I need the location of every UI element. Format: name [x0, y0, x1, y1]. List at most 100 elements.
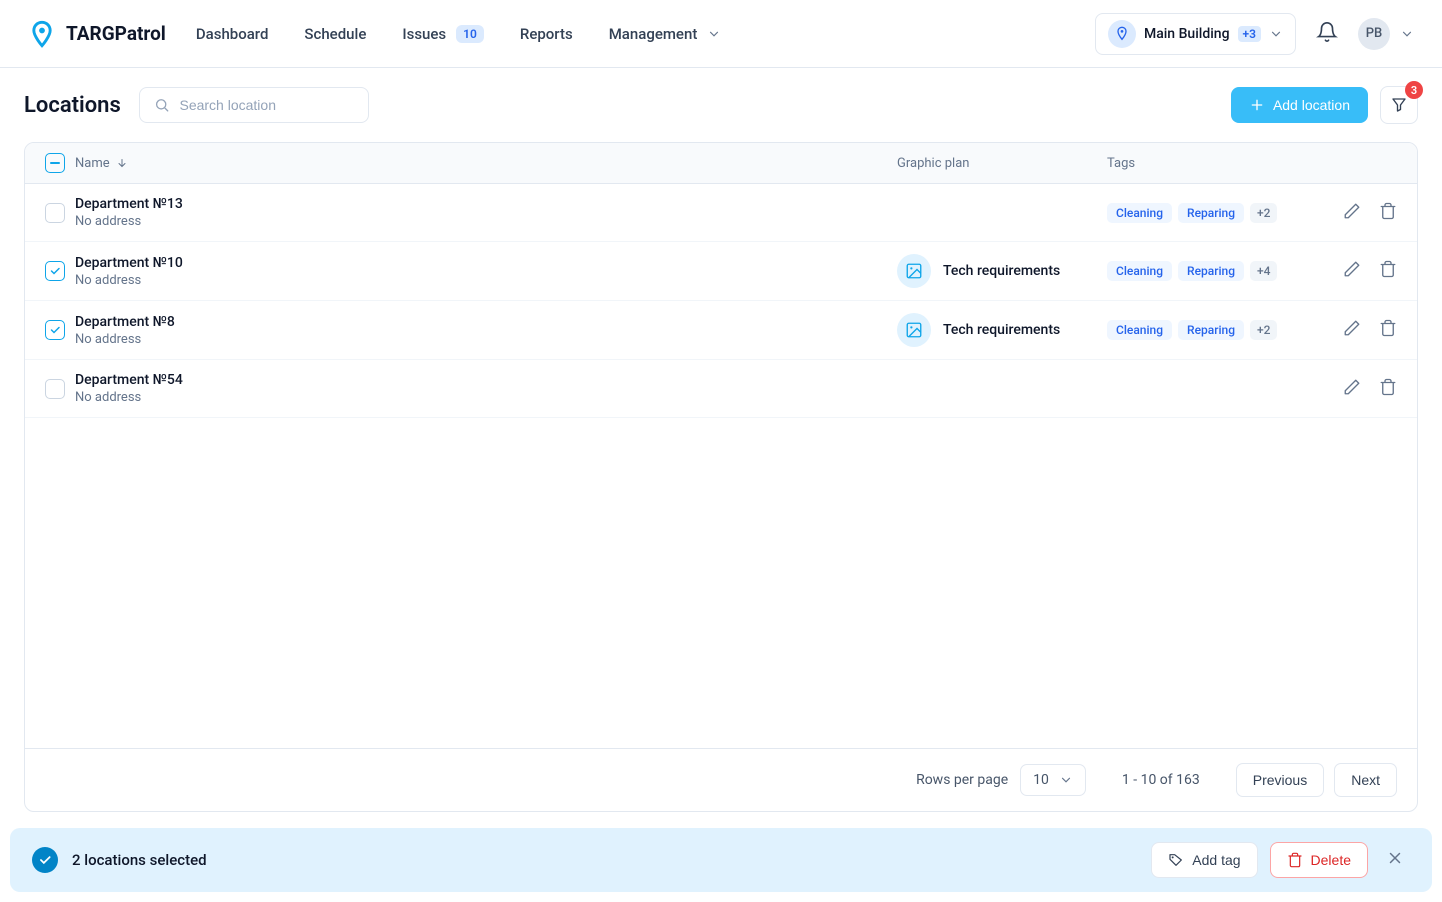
close-icon — [1386, 849, 1404, 867]
tag: Reparing — [1178, 320, 1244, 340]
main-nav: Dashboard Schedule Issues 10 Reports Man… — [196, 25, 721, 43]
add-tag-label: Add tag — [1192, 852, 1240, 868]
logo[interactable]: TARGPatrol — [28, 20, 166, 48]
chevron-down-icon — [1059, 773, 1073, 787]
add-location-button[interactable]: Add location — [1231, 87, 1368, 123]
selection-text: 2 locations selected — [72, 851, 207, 869]
plus-icon — [1249, 97, 1265, 113]
user-menu[interactable]: PB — [1358, 18, 1414, 50]
table-footer: Rows per page 10 1 - 10 of 163 Previous … — [25, 748, 1417, 811]
image-icon — [897, 313, 931, 347]
nav-label: Schedule — [304, 25, 366, 43]
tag-more[interactable]: +4 — [1250, 261, 1277, 281]
rows-per-page-select[interactable]: 10 — [1020, 764, 1086, 796]
selection-bar: 2 locations selected Add tag Delete — [10, 828, 1432, 892]
close-selection-button[interactable] — [1380, 843, 1410, 877]
tag: Cleaning — [1107, 261, 1172, 281]
delete-row-button[interactable] — [1379, 319, 1397, 341]
delete-row-button[interactable] — [1379, 260, 1397, 282]
table-row[interactable]: Department №54 No address — [25, 360, 1417, 418]
pager: Previous Next — [1236, 763, 1397, 797]
location-name: Main Building — [1144, 26, 1230, 42]
column-name[interactable]: Name — [75, 156, 897, 171]
page-toolbar: Locations Add location 3 — [0, 68, 1442, 142]
nav-issues[interactable]: Issues 10 — [402, 25, 484, 43]
row-address: No address — [75, 273, 183, 288]
edit-button[interactable] — [1343, 202, 1361, 224]
row-name: Department №54 — [75, 372, 183, 388]
pencil-icon — [1343, 260, 1361, 278]
chevron-down-icon — [707, 27, 721, 41]
delete-label: Delete — [1311, 852, 1351, 868]
locations-table: Name Graphic plan Tags Department №13 No … — [24, 142, 1418, 812]
column-plan[interactable]: Graphic plan — [897, 156, 1107, 171]
trash-icon — [1379, 378, 1397, 396]
delete-button[interactable]: Delete — [1270, 842, 1368, 878]
location-pin-icon — [1108, 20, 1136, 48]
pagination-range: 1 - 10 of 163 — [1122, 772, 1200, 788]
previous-button[interactable]: Previous — [1236, 763, 1324, 797]
search-icon — [154, 96, 170, 114]
table-header: Name Graphic plan Tags — [25, 143, 1417, 184]
row-checkbox[interactable] — [45, 261, 65, 281]
trash-icon — [1379, 319, 1397, 337]
graphic-plan[interactable]: Tech requirements — [897, 313, 1107, 347]
next-button[interactable]: Next — [1334, 763, 1397, 797]
search-box[interactable] — [139, 87, 369, 123]
delete-row-button[interactable] — [1379, 378, 1397, 400]
column-label: Tags — [1107, 156, 1135, 171]
row-address: No address — [75, 332, 175, 347]
nav-reports[interactable]: Reports — [520, 25, 573, 43]
tag: Reparing — [1178, 261, 1244, 281]
select-all-checkbox[interactable] — [45, 153, 65, 173]
edit-button[interactable] — [1343, 319, 1361, 341]
image-icon — [897, 254, 931, 288]
tag-icon — [1168, 852, 1184, 868]
table-row[interactable]: Department №13No addressCleaningReparing… — [25, 184, 1417, 242]
table-row[interactable]: Department №10No addressTech requirement… — [25, 242, 1417, 301]
trash-icon — [1379, 260, 1397, 278]
rows-value: 10 — [1033, 772, 1049, 788]
edit-button[interactable] — [1343, 260, 1361, 282]
chevron-down-icon — [1400, 27, 1414, 41]
selection-actions: Add tag Delete — [1151, 842, 1410, 878]
tag-more[interactable]: +2 — [1250, 203, 1277, 223]
row-address: No address — [75, 214, 183, 229]
nav-label: Issues — [402, 25, 446, 43]
delete-row-button[interactable] — [1379, 202, 1397, 224]
edit-button[interactable] — [1343, 378, 1361, 400]
check-circle-icon — [32, 847, 58, 873]
filter-button[interactable]: 3 — [1380, 86, 1418, 124]
column-label: Graphic plan — [897, 156, 969, 171]
rows-per-page: Rows per page 10 — [916, 764, 1086, 796]
avatar: PB — [1358, 18, 1390, 50]
row-name: Department №13 — [75, 196, 183, 212]
notifications-button[interactable] — [1316, 21, 1338, 47]
plan-name: Tech requirements — [943, 322, 1060, 338]
table-row[interactable]: Department №8No addressTech requirements… — [25, 301, 1417, 360]
pencil-icon — [1343, 378, 1361, 396]
nav-label: Dashboard — [196, 25, 269, 43]
chevron-down-icon — [1269, 27, 1283, 41]
tag-more[interactable]: +2 — [1250, 320, 1277, 340]
column-tags[interactable]: Tags — [1107, 156, 1307, 171]
arrow-down-icon — [116, 157, 128, 169]
nav-management[interactable]: Management — [609, 25, 722, 43]
location-selector[interactable]: Main Building +3 — [1095, 13, 1296, 55]
page-title: Locations — [24, 93, 121, 118]
add-tag-button[interactable]: Add tag — [1151, 842, 1257, 878]
add-location-label: Add location — [1273, 97, 1350, 113]
bell-icon — [1316, 21, 1338, 43]
tag: Cleaning — [1107, 320, 1172, 340]
header-right: Main Building +3 PB — [1095, 13, 1414, 55]
row-checkbox[interactable] — [45, 320, 65, 340]
nav-schedule[interactable]: Schedule — [304, 25, 366, 43]
logo-icon — [28, 20, 56, 48]
graphic-plan[interactable]: Tech requirements — [897, 254, 1107, 288]
row-checkbox[interactable] — [45, 203, 65, 223]
search-input[interactable] — [179, 97, 353, 113]
filter-icon — [1390, 96, 1408, 114]
row-checkbox[interactable] — [45, 379, 65, 399]
nav-dashboard[interactable]: Dashboard — [196, 25, 269, 43]
row-address: No address — [75, 390, 183, 405]
